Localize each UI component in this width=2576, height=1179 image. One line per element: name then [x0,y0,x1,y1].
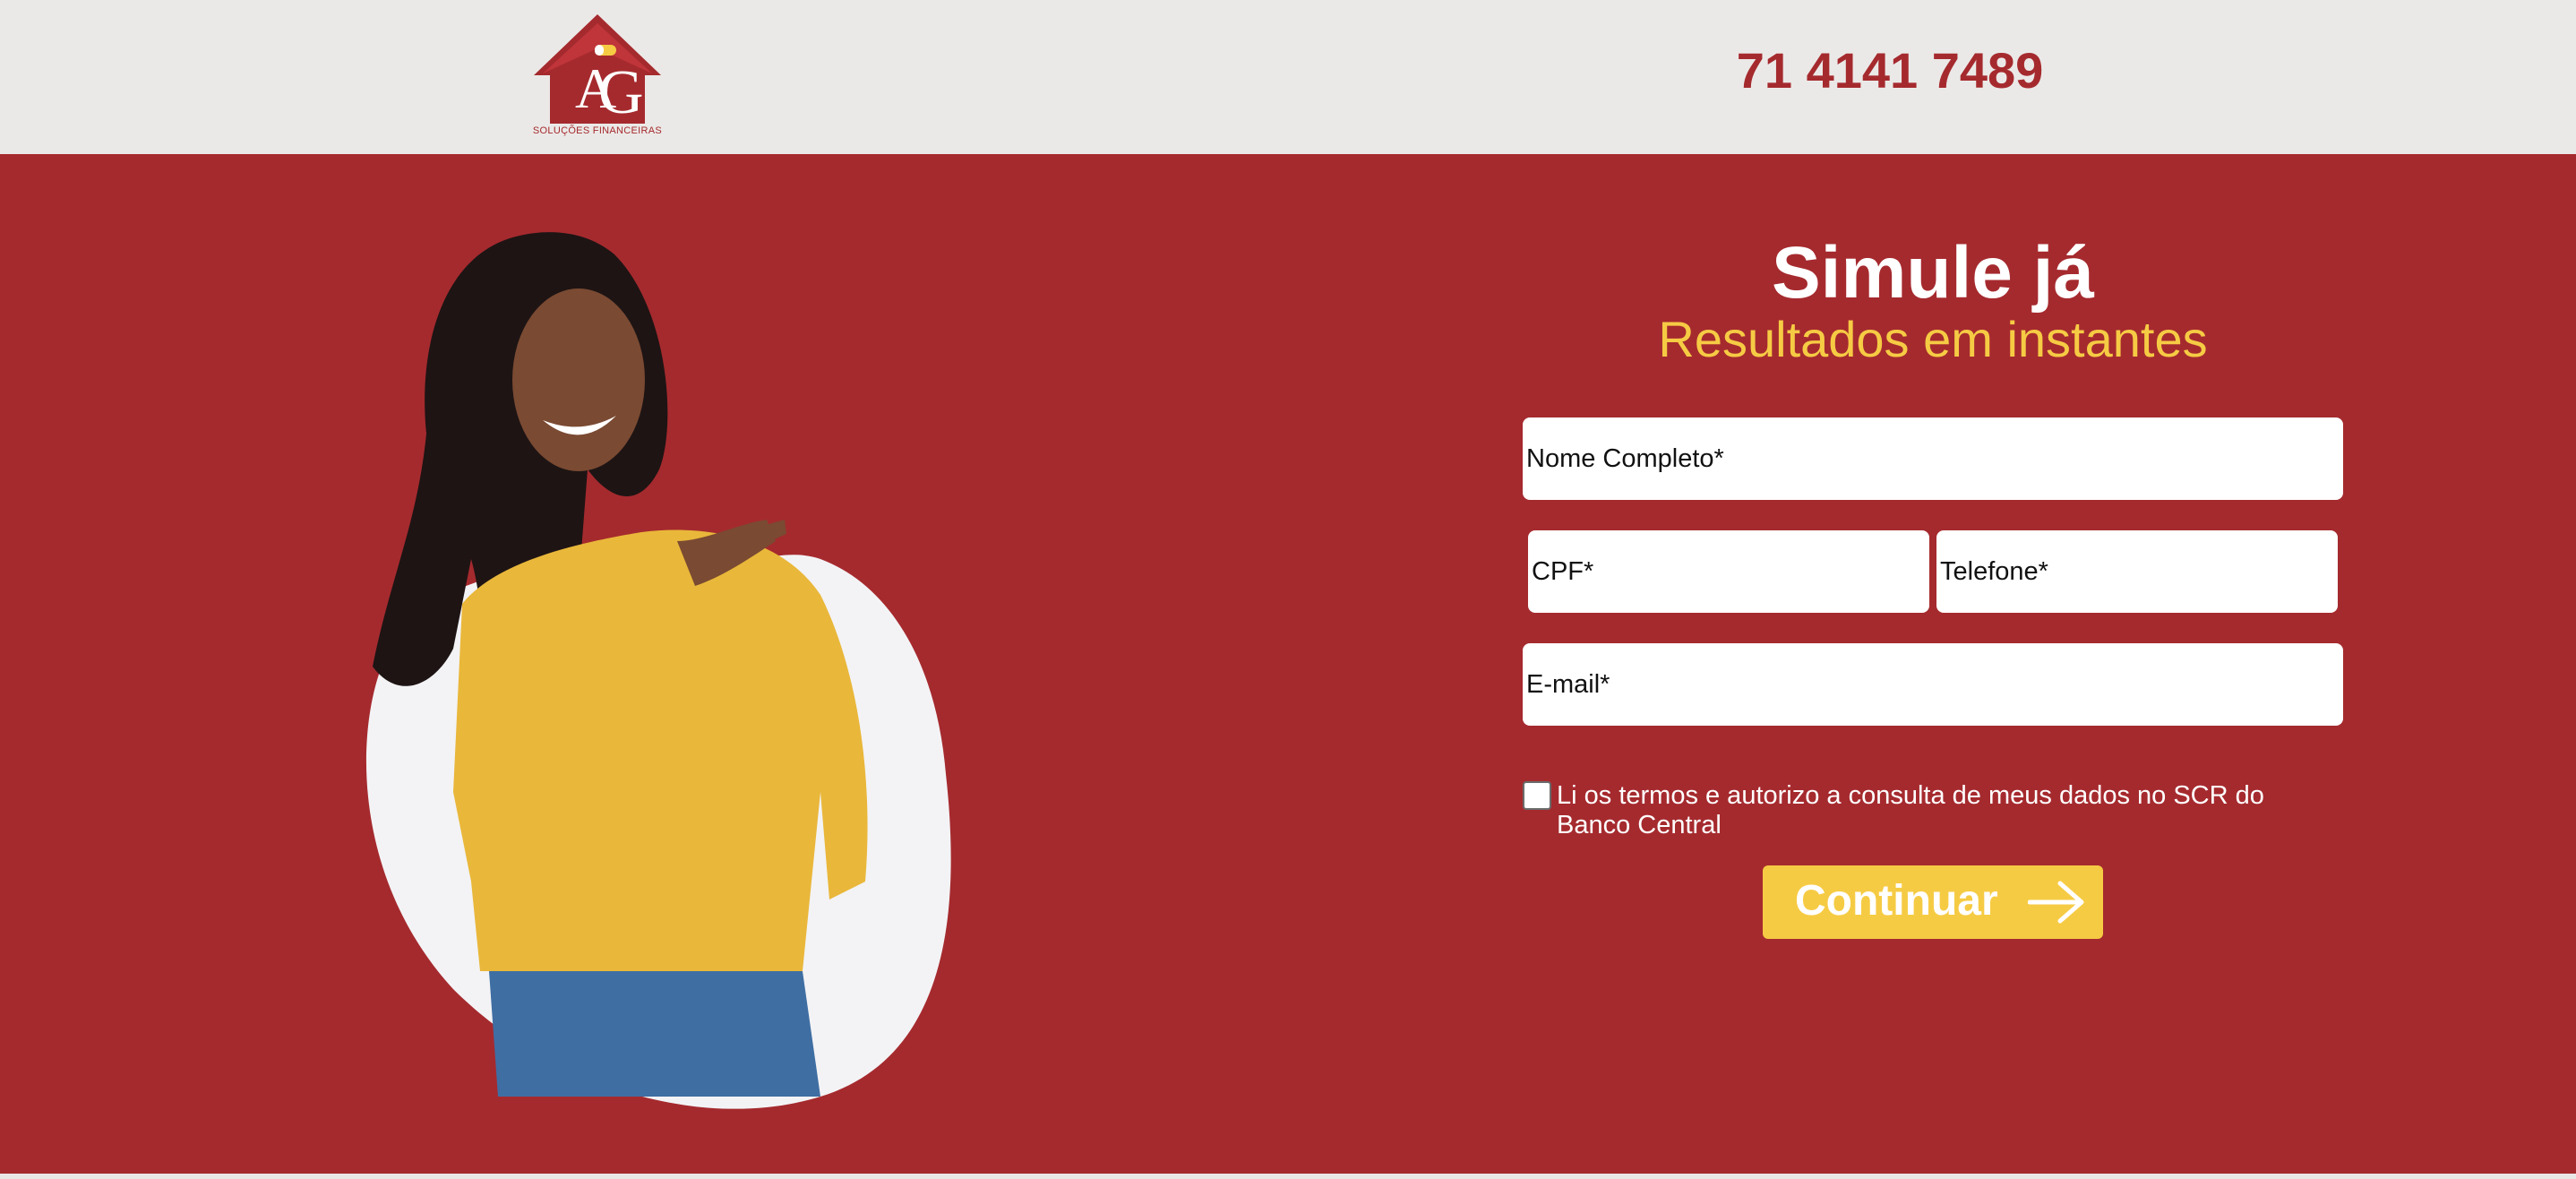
cpf-input[interactable] [1528,530,1929,613]
consent-checkbox[interactable] [1523,781,1551,810]
full-name-input[interactable] [1523,417,2343,500]
logo-tagline: SOLUÇÕES FINANCEIRAS [532,125,663,136]
phone-number[interactable]: 71 4141 7489 [1702,41,2078,99]
arrow-right-icon [2028,881,2084,924]
phone-input[interactable] [1936,530,2338,613]
footer-strip [0,1174,2576,1179]
woman-photo [319,201,964,1132]
email-input[interactable] [1523,643,2343,726]
consent-label: Li os termos e autorizo a consulta de me… [1557,781,2264,839]
company-logo[interactable]: A G SOLUÇÕES FINANCEIRAS [532,13,663,140]
svg-text:G: G [598,58,644,125]
continue-button[interactable]: Continuar [1763,865,2103,939]
continue-button-label: Continuar [1795,877,1998,925]
page-subtitle: Resultados em instantes [1658,311,2208,367]
house-logo-icon: A G [534,14,661,127]
page-title: Simule já [1771,232,2095,314]
header-bar: A G SOLUÇÕES FINANCEIRAS 71 4141 7489 [0,0,2576,154]
